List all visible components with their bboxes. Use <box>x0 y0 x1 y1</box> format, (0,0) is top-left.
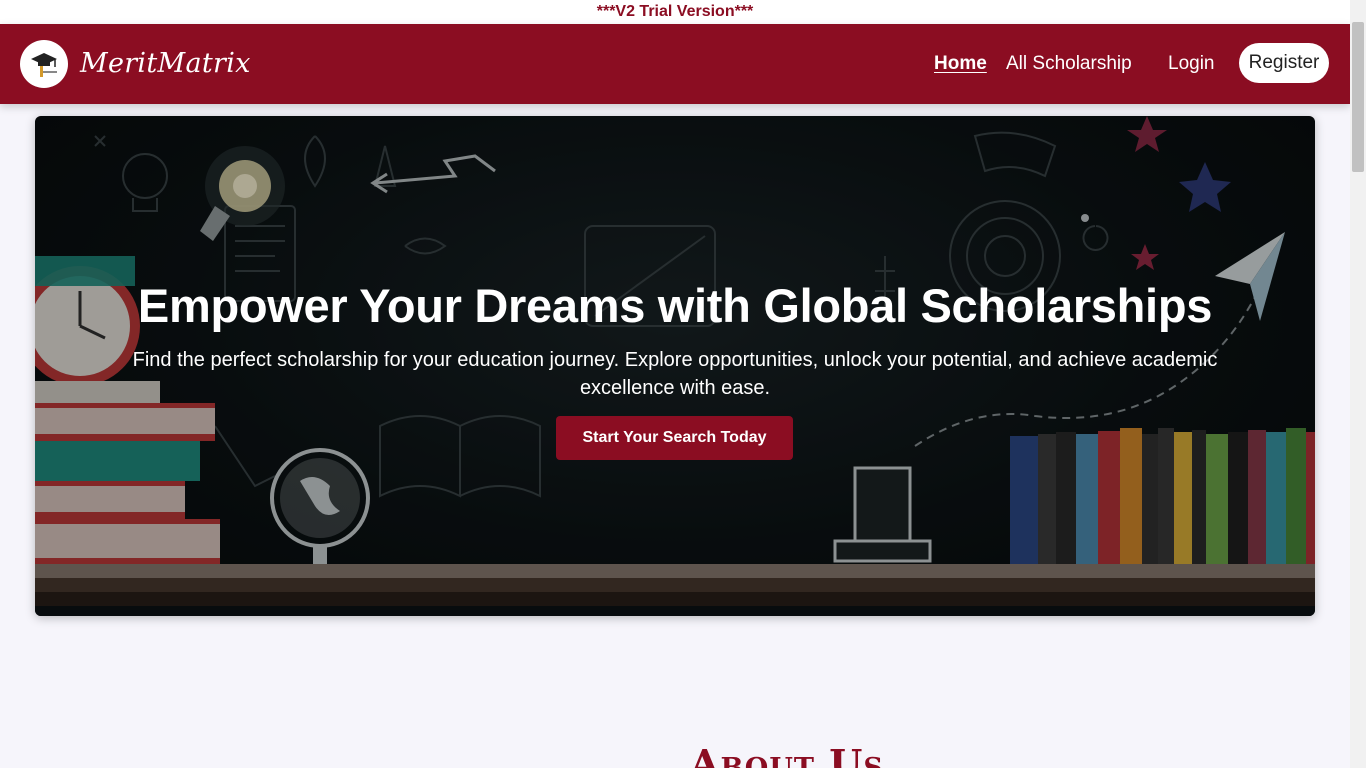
logo[interactable] <box>20 40 68 88</box>
register-button[interactable]: Register <box>1239 43 1329 83</box>
navbar: MeritMatrix Home All Scholarship Login R… <box>0 24 1350 104</box>
hero-banner: Empower Your Dreams with Global Scholars… <box>35 116 1315 616</box>
brand-name[interactable]: MeritMatrix <box>80 44 251 84</box>
graduate-cap-icon <box>31 53 57 77</box>
about-us-heading: About Us <box>690 741 884 768</box>
nav-login[interactable]: Login <box>1168 51 1215 77</box>
hero-title: Empower Your Dreams with Global Scholars… <box>137 279 1213 332</box>
page-scrollbar[interactable] <box>1350 0 1366 768</box>
scrollbar-thumb[interactable] <box>1352 22 1364 172</box>
trial-version-banner: ***V2 Trial Version*** <box>0 0 1350 24</box>
start-search-button[interactable]: Start Your Search Today <box>556 416 793 460</box>
nav-all-scholarship[interactable]: All Scholarship <box>1006 51 1132 77</box>
hero-subtitle: Find the perfect scholarship for your ed… <box>132 349 1218 399</box>
nav-home[interactable]: Home <box>934 51 987 77</box>
